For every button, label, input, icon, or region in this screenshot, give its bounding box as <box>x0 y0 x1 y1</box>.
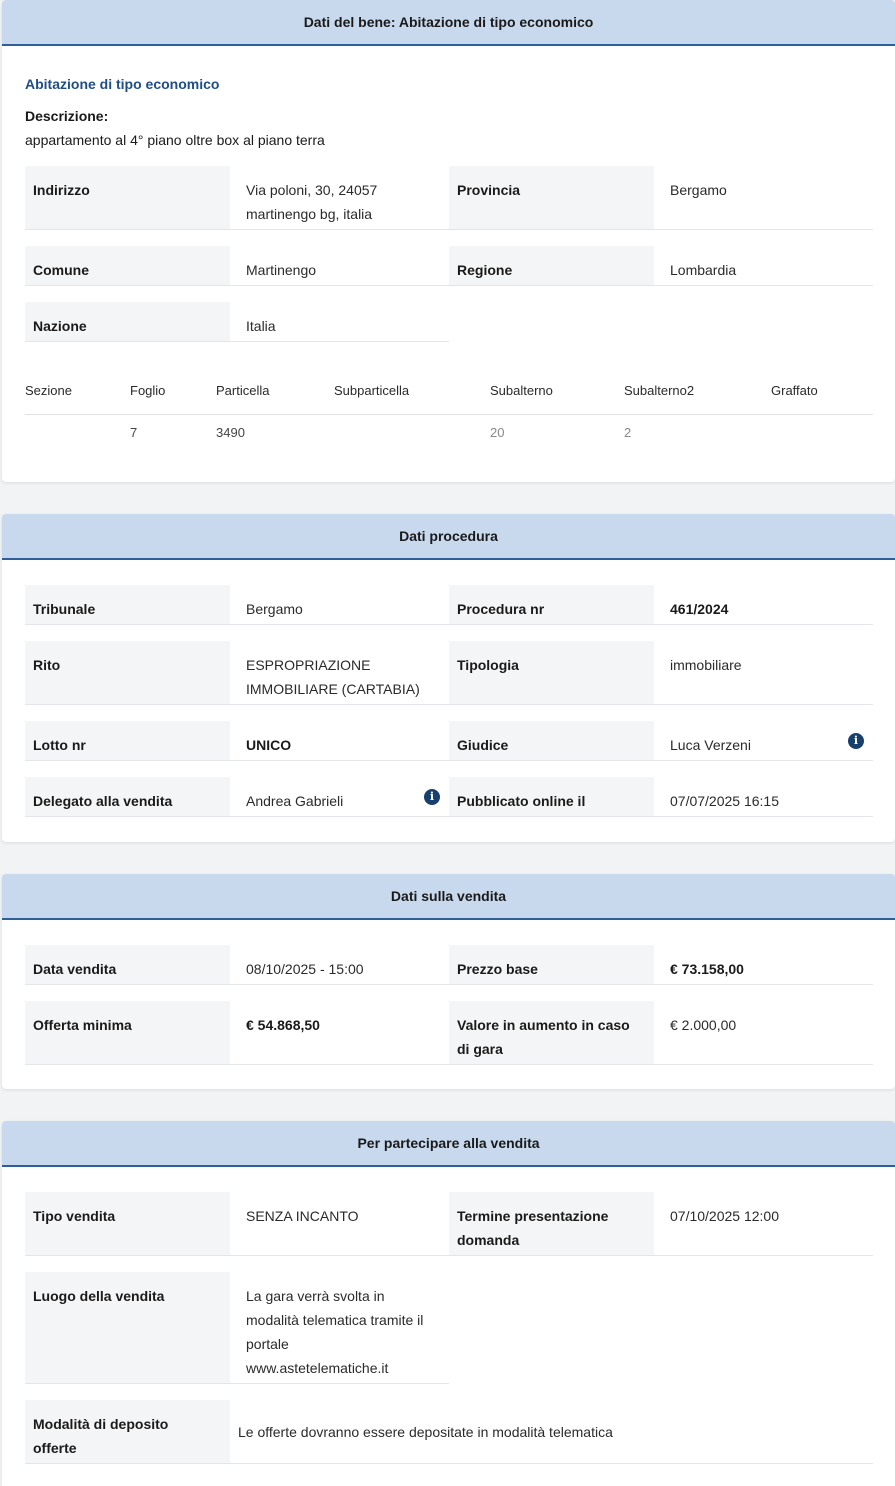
nazione-label: Nazione <box>25 302 230 342</box>
catasto-header-foglio: Foglio <box>130 383 166 398</box>
catasto-cell-subalterno: 20 <box>490 425 505 440</box>
bene-title: Abitazione di tipo economico <box>25 76 220 92</box>
luogo-vendita-label: Luogo della vendita <box>25 1272 230 1384</box>
procedura-nr-label: Procedura nr <box>449 585 654 625</box>
lotto-value: UNICO <box>230 721 449 761</box>
delegato-value: Andrea Gabrieli <box>230 777 449 817</box>
tipo-vendita-label: Tipo vendita <box>25 1192 230 1256</box>
giudice-info-icon[interactable]: i <box>848 733 864 749</box>
delegato-info-icon[interactable]: i <box>424 789 440 805</box>
luogo-vendita-value: La gara verrà svolta in modalità telemat… <box>230 1272 449 1384</box>
termine-presentazione-label: Termine presentazione domanda <box>449 1192 654 1256</box>
tipo-vendita-value: SENZA INCANTO <box>230 1192 449 1256</box>
offerta-minima-label: Offerta minima <box>25 1001 230 1065</box>
catasto-header-sezione: Sezione <box>25 383 72 398</box>
card-title: Dati del bene: Abitazione di tipo econom… <box>303 14 594 30</box>
card-header-dati-bene: Dati del bene: Abitazione di tipo econom… <box>2 0 895 46</box>
catasto-cell-particella: 3490 <box>216 425 245 440</box>
catasto-header-subalterno: Subalterno <box>490 383 553 398</box>
prezzo-base-value: € 73.158,00 <box>654 945 873 985</box>
card-header-partecipare: Per partecipare alla vendita <box>2 1121 895 1167</box>
tipologia-label: Tipologia <box>449 641 654 705</box>
delegato-label: Delegato alla vendita <box>25 777 230 817</box>
provincia-value: Bergamo <box>654 166 873 230</box>
nazione-value: Italia <box>230 302 449 342</box>
card-title: Per partecipare alla vendita <box>357 1135 540 1151</box>
catasto-cell-subalterno2: 2 <box>624 425 632 440</box>
card-header-dati-vendita: Dati sulla vendita <box>2 874 895 920</box>
giudice-label: Giudice <box>449 721 654 761</box>
tribunale-value: Bergamo <box>230 585 449 625</box>
indirizzo-label: Indirizzo <box>25 166 230 230</box>
pubblicato-label: Pubblicato online il <box>449 777 654 817</box>
descrizione-text: appartamento al 4° piano oltre box al pi… <box>25 132 325 148</box>
regione-label: Regione <box>449 246 654 286</box>
data-vendita-label: Data vendita <box>25 945 230 985</box>
card-dati-vendita: Dati sulla vendita Data vendita 08/10/20… <box>2 874 895 1089</box>
tipologia-value: immobiliare <box>654 641 873 705</box>
comune-value: Martinengo <box>230 246 449 286</box>
valore-aumento-label: Valore in aumento in caso di gara <box>449 1001 654 1065</box>
catasto-header-subparticella: Subparticella <box>334 383 410 398</box>
tribunale-label: Tribunale <box>25 585 230 625</box>
rito-label: Rito <box>25 641 230 705</box>
catasto-header-particella: Particella <box>216 383 270 398</box>
card-partecipare-vendita: Per partecipare alla vendita Tipo vendit… <box>2 1121 895 1486</box>
modalita-deposito-value: Le offerte dovranno essere depositate in… <box>230 1400 873 1464</box>
catasto-header-graffato: Graffato <box>771 383 818 398</box>
valore-aumento-value: € 2.000,00 <box>654 1001 873 1065</box>
card-title: Dati sulla vendita <box>390 888 507 904</box>
rito-value: ESPROPRIAZIONE IMMOBILIARE (CARTABIA) <box>230 641 449 705</box>
comune-label: Comune <box>25 246 230 286</box>
card-dati-procedura: Dati procedura Tribunale Bergamo Procedu… <box>2 514 895 842</box>
regione-value: Lombardia <box>654 246 873 286</box>
data-vendita-value: 08/10/2025 - 15:00 <box>230 945 449 985</box>
descrizione-label: Descrizione: <box>25 108 109 124</box>
card-title: Dati procedura <box>399 528 498 544</box>
prezzo-base-label: Prezzo base <box>449 945 654 985</box>
offerta-minima-value: € 54.868,50 <box>230 1001 449 1065</box>
pubblicato-value: 07/07/2025 16:15 <box>654 777 873 817</box>
termine-presentazione-value: 07/10/2025 12:00 <box>654 1192 873 1256</box>
giudice-value: Luca Verzeni <box>654 721 873 761</box>
provincia-label: Provincia <box>449 166 654 230</box>
indirizzo-value: Via poloni, 30, 24057 martinengo bg, ita… <box>230 166 449 230</box>
procedura-nr-value: 461/2024 <box>654 585 873 625</box>
modalita-deposito-label: Modalità di deposito offerte <box>25 1400 230 1464</box>
card-header-dati-procedura: Dati procedura <box>2 514 895 560</box>
card-dati-bene: Dati del bene: Abitazione di tipo econom… <box>2 0 895 482</box>
catasto-divider <box>25 414 873 415</box>
catasto-header-subalterno2: Subalterno2 <box>624 383 695 398</box>
catasto-cell-foglio: 7 <box>130 425 138 440</box>
lotto-label: Lotto nr <box>25 721 230 761</box>
